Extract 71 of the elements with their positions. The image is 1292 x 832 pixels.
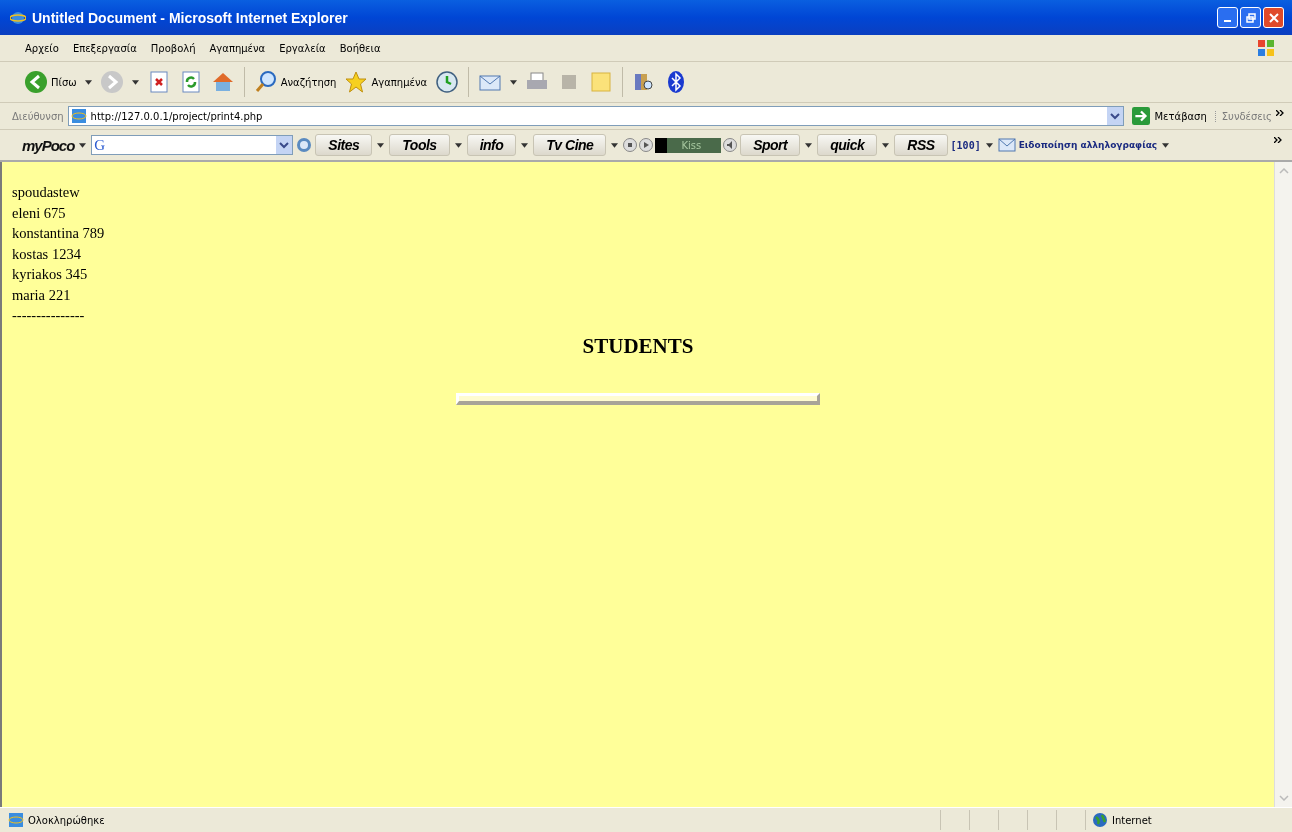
brand-logo[interactable]: myPoco: [22, 136, 75, 154]
dropdown-arrow-icon[interactable]: [611, 142, 619, 148]
clock-icon: [435, 70, 460, 94]
minimize-icon: [1224, 19, 1231, 22]
security-zone: Internet: [1112, 814, 1152, 826]
close-icon: [1268, 12, 1279, 23]
volume-icon[interactable]: [723, 138, 738, 152]
links-label[interactable]: Συνδέσεις: [1214, 110, 1272, 122]
text-line: konstantina 789: [12, 224, 106, 243]
right-arrow-icon: [1132, 107, 1151, 125]
page-icon: [70, 108, 87, 124]
menu-item[interactable]: Αγαπημένα: [202, 42, 273, 54]
dropdown-arrow-icon[interactable]: [882, 142, 890, 148]
dropdown-arrow-icon[interactable]: [521, 142, 529, 148]
toolbar-button[interactable]: Sites: [315, 134, 373, 156]
dropdown-arrow-icon[interactable]: [84, 79, 92, 85]
menu-item[interactable]: Προβολή: [143, 42, 203, 54]
star-icon: [344, 70, 369, 94]
chevron-icon[interactable]: [1276, 110, 1284, 116]
dropdown-arrow-icon[interactable]: [1162, 142, 1170, 148]
status-text: Ολοκληρώθηκε: [28, 814, 105, 826]
toolbar-button[interactable]: Sport: [740, 134, 801, 156]
note-icon: [589, 70, 614, 94]
text-line: eleni 675: [12, 203, 67, 223]
dropdown-arrow-icon[interactable]: [805, 142, 813, 148]
restore-icon: [1245, 12, 1256, 23]
search-button[interactable]: Αναζήτηση: [251, 68, 339, 96]
search-field[interactable]: G: [91, 135, 294, 155]
toolbar-button[interactable]: RSS: [894, 134, 948, 156]
search-icon: [253, 70, 278, 94]
toolbar-button[interactable]: Tools: [389, 134, 450, 156]
mail-notification[interactable]: Ειδοποίηση αλληλογραφίας: [1018, 140, 1158, 150]
text-line: ---------------: [12, 306, 86, 325]
text-line: spoudastew: [12, 183, 81, 202]
favorites-button[interactable]: Αγαπημένα: [342, 68, 430, 96]
dropdown-arrow-icon[interactable]: [79, 142, 87, 148]
close-button[interactable]: [1263, 7, 1284, 28]
text-line: maria 221: [12, 285, 72, 305]
menu-item[interactable]: Βοήθεια: [332, 42, 388, 54]
toolbar-button[interactable]: quick: [817, 134, 878, 156]
window-title: Untitled Document - Microsoft Internet Explorer: [32, 9, 349, 26]
toolbar-button[interactable]: Tv Cine: [533, 134, 607, 156]
toolbar-button[interactable]: info: [466, 134, 517, 156]
restore-button[interactable]: [1240, 7, 1261, 28]
stop-icon[interactable]: [623, 138, 638, 152]
windows-logo-icon: [1256, 38, 1276, 58]
text-line: kostas 1234: [12, 244, 82, 264]
feed-count: [100]: [950, 139, 981, 151]
dropdown-arrow-icon[interactable]: [985, 142, 993, 148]
go-button[interactable]: Μετάβαση: [1128, 107, 1211, 125]
chevron-icon[interactable]: [1274, 137, 1282, 143]
dropdown-arrow-icon[interactable]: [377, 142, 385, 148]
envelope-icon: [997, 138, 1016, 152]
back-button[interactable]: Πίσω: [22, 68, 79, 96]
page-heading: STUDENTS: [582, 333, 694, 359]
globe-icon[interactable]: [296, 137, 313, 153]
dropdown-arrow-icon[interactable]: [510, 79, 518, 85]
globe-icon: [1092, 812, 1108, 828]
address-label: Διεύθυνση: [12, 110, 64, 122]
browser-icon: [10, 9, 26, 26]
menu-item[interactable]: Αρχείο: [18, 42, 66, 54]
dropdown-arrow-icon[interactable]: [131, 79, 139, 85]
menu-item[interactable]: Επεξεργασία: [65, 42, 144, 54]
text-line: kyriakos 345: [12, 265, 89, 284]
page-icon: [8, 812, 24, 828]
address-field[interactable]: http://127.0.0.1/project/print4.php: [67, 106, 1125, 126]
minimize-button[interactable]: [1217, 7, 1238, 28]
play-icon[interactable]: [639, 138, 654, 152]
dropdown-arrow-icon[interactable]: [454, 142, 462, 148]
menu-item[interactable]: Εργαλεία: [272, 42, 333, 54]
url-text: http://127.0.0.1/project/print4.php: [90, 110, 263, 122]
